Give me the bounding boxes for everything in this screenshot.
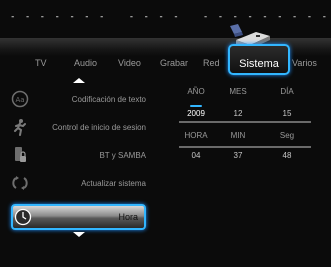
menu-item-varios[interactable]: Varios: [292, 58, 317, 68]
menu-item-tv[interactable]: TV: [35, 58, 47, 68]
scroll-down-arrow-icon[interactable]: [73, 232, 85, 237]
text-encoding-icon: Aa: [10, 89, 30, 109]
hour-value[interactable]: 04: [179, 151, 213, 160]
settings-item-bt-samba[interactable]: BT y SAMBA: [10, 144, 148, 166]
settings-item-text-encoding[interactable]: Aa Codificación de texto: [10, 88, 148, 110]
day-header: DÍA: [280, 87, 294, 96]
settings-item-label: Hora: [118, 212, 138, 222]
date-row-divider: [179, 121, 311, 123]
month-value[interactable]: 12: [221, 109, 255, 118]
second-header: Seg: [279, 131, 295, 140]
year-up-indicator: [190, 105, 202, 107]
settings-item-label: Actualizar sistema: [81, 178, 146, 188]
menu-item-sistema-label: Sistema: [239, 58, 279, 70]
day-value[interactable]: 15: [270, 109, 304, 118]
device-lock-icon: [10, 145, 30, 165]
settings-item-time[interactable]: Hora: [11, 204, 146, 230]
month-header: MES: [229, 87, 247, 96]
settings-item-label: Control de inicio de sesion: [52, 122, 146, 132]
year-value[interactable]: 2009: [179, 109, 213, 118]
minute-header: MIN: [230, 131, 246, 140]
header-dash-line: - - - - - - - - - - - - - - - - - - - -: [10, 12, 329, 22]
minute-value[interactable]: 37: [221, 151, 255, 160]
second-value[interactable]: 48: [270, 151, 304, 160]
settings-item-update-system[interactable]: Actualizar sistema: [10, 172, 148, 194]
menu-item-video[interactable]: Video: [118, 58, 141, 68]
menu-item-audio[interactable]: Audio: [74, 58, 97, 68]
hour-header: HORA: [184, 131, 208, 140]
settings-item-label: BT y SAMBA: [99, 150, 146, 160]
menu-item-sistema[interactable]: Sistema: [228, 44, 290, 75]
clock-icon: [13, 207, 33, 227]
svg-text:Aa: Aa: [15, 96, 24, 104]
scroll-up-arrow-icon[interactable]: [73, 78, 85, 83]
refresh-icon: [10, 173, 30, 193]
menu-item-red[interactable]: Red: [203, 58, 220, 68]
menu-item-grabar[interactable]: Grabar: [160, 58, 188, 68]
year-header: AÑO: [187, 87, 205, 96]
running-man-icon: [10, 117, 30, 137]
settings-item-login-control[interactable]: Control de inicio de sesion: [10, 116, 148, 138]
settings-item-label: Codificación de texto: [71, 94, 146, 104]
time-row-divider: [179, 146, 311, 148]
